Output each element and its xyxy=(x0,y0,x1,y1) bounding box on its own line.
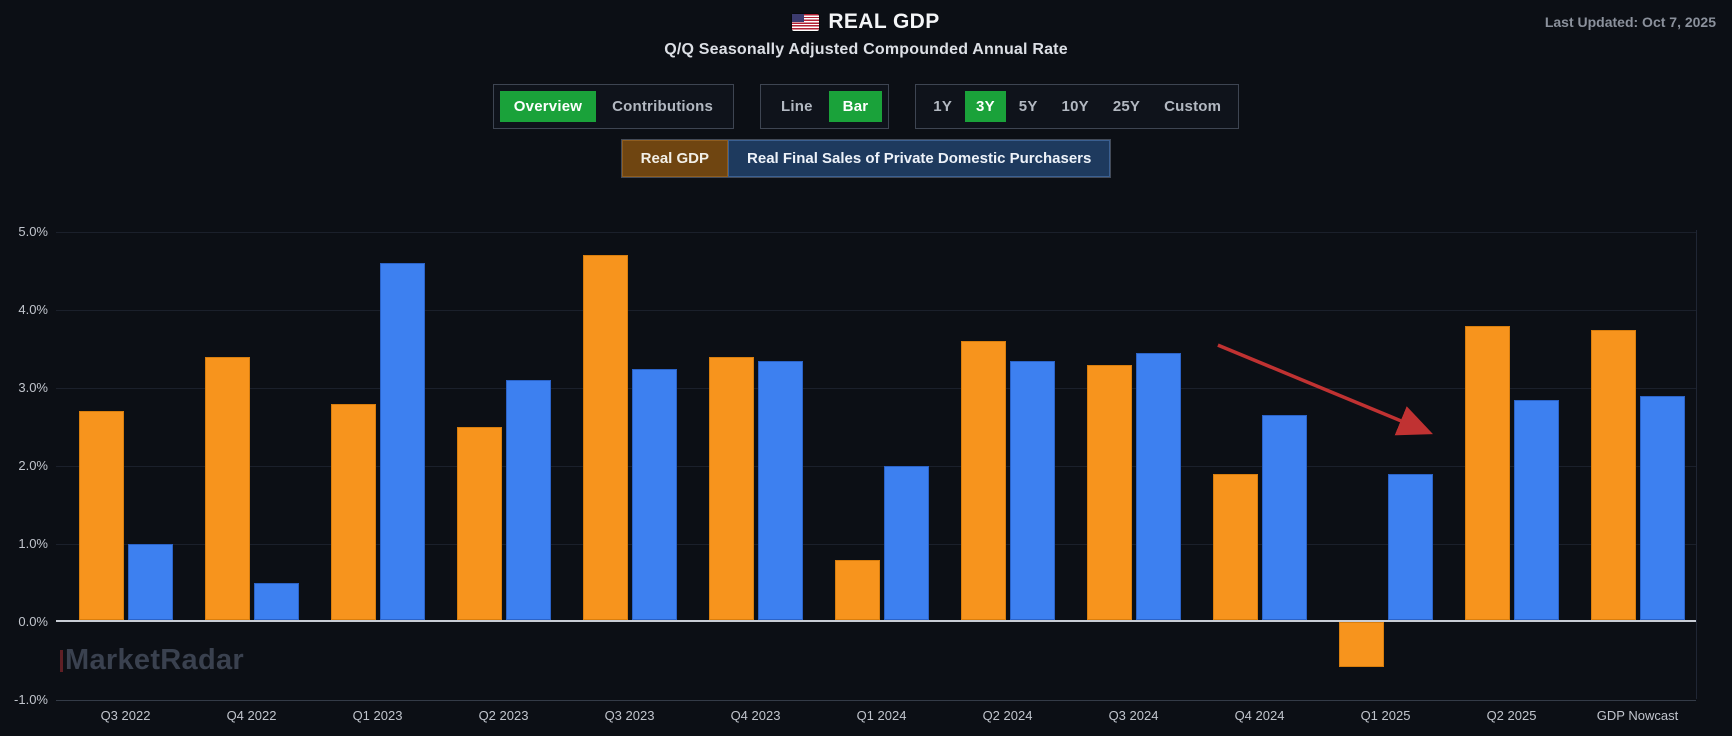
bar-real-gdp-q1-2025[interactable] xyxy=(1339,622,1384,667)
bar-real-gdp-q4-2024[interactable] xyxy=(1213,474,1258,620)
gridline-y xyxy=(56,388,1696,389)
bar-real-final-sales-of-private-domestic-purchasers-q1-2024[interactable] xyxy=(884,466,929,620)
x-axis-tick-label: Q3 2024 xyxy=(1071,708,1197,724)
x-axis-tick-label: GDP Nowcast xyxy=(1575,708,1701,724)
bar-real-final-sales-of-private-domestic-purchasers-q3-2024[interactable] xyxy=(1136,353,1181,620)
y-axis-tick-label: 2.0% xyxy=(0,458,48,474)
x-axis-tick-label: Q1 2024 xyxy=(819,708,945,724)
x-axis-tick-label: Q4 2022 xyxy=(189,708,315,724)
x-axis-tick-label: Q2 2024 xyxy=(945,708,1071,724)
x-axis-tick-label: Q2 2025 xyxy=(1449,708,1575,724)
y-axis-tick-label: 3.0% xyxy=(0,380,48,396)
gridline-y xyxy=(56,700,1696,701)
x-axis-tick-label: Q1 2025 xyxy=(1323,708,1449,724)
x-axis-tick-label: Q3 2022 xyxy=(63,708,189,724)
bar-real-gdp-q4-2023[interactable] xyxy=(709,357,754,620)
bar-real-gdp-q1-2023[interactable] xyxy=(331,404,376,620)
gridline-y xyxy=(56,232,1696,233)
plot-right-border xyxy=(1696,230,1697,699)
bar-real-gdp-q2-2024[interactable] xyxy=(961,341,1006,620)
gridline-y xyxy=(56,544,1696,545)
bar-real-final-sales-of-private-domestic-purchasers-gdp-nowcast[interactable] xyxy=(1640,396,1685,620)
bar-real-final-sales-of-private-domestic-purchasers-q3-2023[interactable] xyxy=(632,369,677,621)
bar-real-gdp-gdp-nowcast[interactable] xyxy=(1591,330,1636,621)
bar-real-final-sales-of-private-domestic-purchasers-q2-2024[interactable] xyxy=(1010,361,1055,620)
real-gdp-dashboard: Last Updated: Oct 7, 2025 REAL GDP Q/Q S… xyxy=(0,0,1732,736)
bar-real-final-sales-of-private-domestic-purchasers-q3-2022[interactable] xyxy=(128,544,173,620)
y-axis-tick-label: 1.0% xyxy=(0,536,48,552)
gridline-y xyxy=(56,310,1696,311)
bar-real-final-sales-of-private-domestic-purchasers-q1-2025[interactable] xyxy=(1388,474,1433,620)
x-axis-tick-label: Q3 2023 xyxy=(567,708,693,724)
bar-real-final-sales-of-private-domestic-purchasers-q2-2023[interactable] xyxy=(506,380,551,620)
bar-real-gdp-q1-2024[interactable] xyxy=(835,560,880,620)
bar-real-gdp-q2-2025[interactable] xyxy=(1465,326,1510,620)
bar-real-gdp-q3-2023[interactable] xyxy=(583,255,628,620)
x-axis-tick-label: Q4 2023 xyxy=(693,708,819,724)
bar-real-final-sales-of-private-domestic-purchasers-q4-2022[interactable] xyxy=(254,583,299,620)
bar-real-final-sales-of-private-domestic-purchasers-q4-2023[interactable] xyxy=(758,361,803,620)
bar-real-gdp-q2-2023[interactable] xyxy=(457,427,502,620)
x-axis-tick-label: Q2 2023 xyxy=(441,708,567,724)
x-axis-tick-label: Q1 2023 xyxy=(315,708,441,724)
y-axis-tick-label: 5.0% xyxy=(0,224,48,240)
watermark-text: MarketRadar xyxy=(65,644,244,677)
y-axis-tick-label: 4.0% xyxy=(0,302,48,318)
bar-real-final-sales-of-private-domestic-purchasers-q2-2025[interactable] xyxy=(1514,400,1559,620)
bar-real-final-sales-of-private-domestic-purchasers-q1-2023[interactable] xyxy=(380,263,425,620)
zero-axis-line xyxy=(56,620,1696,622)
watermark-accent xyxy=(60,650,63,672)
chart-area: 5.0%4.0%3.0%2.0%1.0%0.0%-1.0%Q3 2022Q4 2… xyxy=(0,0,1732,736)
bar-real-final-sales-of-private-domestic-purchasers-q4-2024[interactable] xyxy=(1262,415,1307,620)
bar-real-gdp-q3-2024[interactable] xyxy=(1087,365,1132,620)
x-axis-tick-label: Q4 2024 xyxy=(1197,708,1323,724)
bar-real-gdp-q4-2022[interactable] xyxy=(205,357,250,620)
bar-real-gdp-q3-2022[interactable] xyxy=(79,411,124,620)
y-axis-tick-label: 0.0% xyxy=(0,614,48,630)
y-axis-tick-label: -1.0% xyxy=(0,692,48,708)
gridline-y xyxy=(56,466,1696,467)
watermark: MarketRadar xyxy=(60,644,244,677)
